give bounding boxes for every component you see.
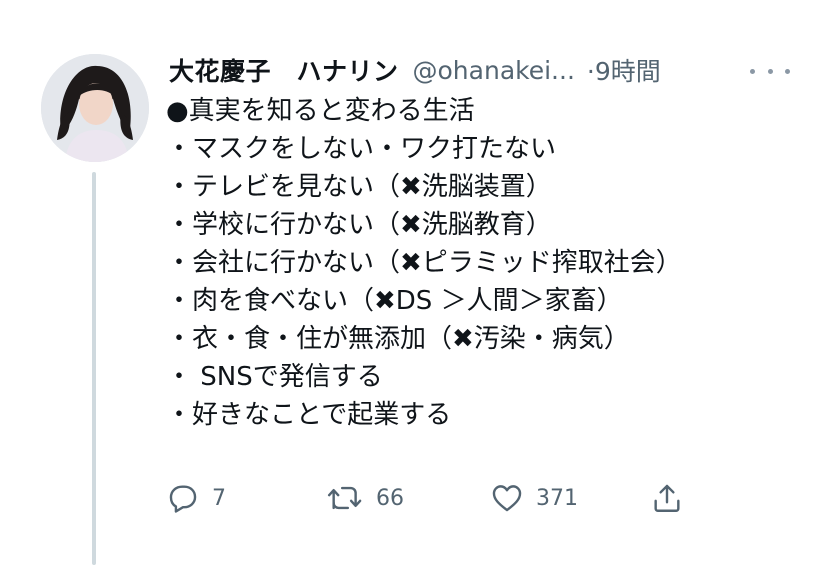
tweet-line: ・肉を食べない（✖DS ＞人間＞家畜）: [166, 286, 623, 316]
tweet-line: ・会社に行かない（✖ピラミッド搾取社会）: [166, 248, 682, 278]
share-button[interactable]: [650, 478, 684, 518]
action-bar: 7 66 371: [166, 478, 726, 518]
author-name[interactable]: 大花慶子 ハナリン: [169, 52, 399, 88]
tweet-line: ・学校に行かない（✖洗脳教育）: [166, 210, 552, 240]
avatar[interactable]: [41, 54, 149, 162]
tweet-line: ・ SNSで発信する: [166, 362, 383, 392]
more-options-icon[interactable]: [750, 60, 790, 82]
tweet-line: ・衣・食・住が無添加（✖汚染・病気）: [166, 324, 630, 354]
tweet-line: ・マスクをしない・ワク打たない: [166, 134, 557, 164]
tweet-text: ●真実を知ると変わる生活 ・マスクをしない・ワク打たない ・テレビを見ない（✖洗…: [166, 92, 806, 434]
avatar-photo: [41, 54, 149, 162]
tweet-timestamp[interactable]: ·9時間: [587, 52, 661, 88]
share-icon: [654, 484, 680, 512]
reply-count: 7: [212, 485, 226, 511]
thread-line: [92, 172, 96, 565]
retweet-count: 66: [376, 485, 404, 511]
author-handle[interactable]: @ohanakei...: [413, 56, 575, 85]
tweet-line: ・好きなことで起業する: [166, 400, 452, 430]
tweet-line: ●真実を知ると変わる生活: [166, 96, 475, 126]
reply-button[interactable]: 7: [166, 478, 226, 518]
tweet-line: ・テレビを見ない（✖洗脳装置）: [166, 172, 552, 202]
tweet-header: 大花慶子 ハナリン @ohanakei... ·9時間: [169, 50, 661, 90]
like-button[interactable]: 371: [490, 478, 578, 518]
retweet-icon: [327, 486, 362, 510]
reply-icon: [169, 485, 197, 513]
retweet-button[interactable]: 66: [326, 478, 404, 518]
heart-icon: [492, 485, 522, 512]
like-count: 371: [536, 485, 578, 511]
